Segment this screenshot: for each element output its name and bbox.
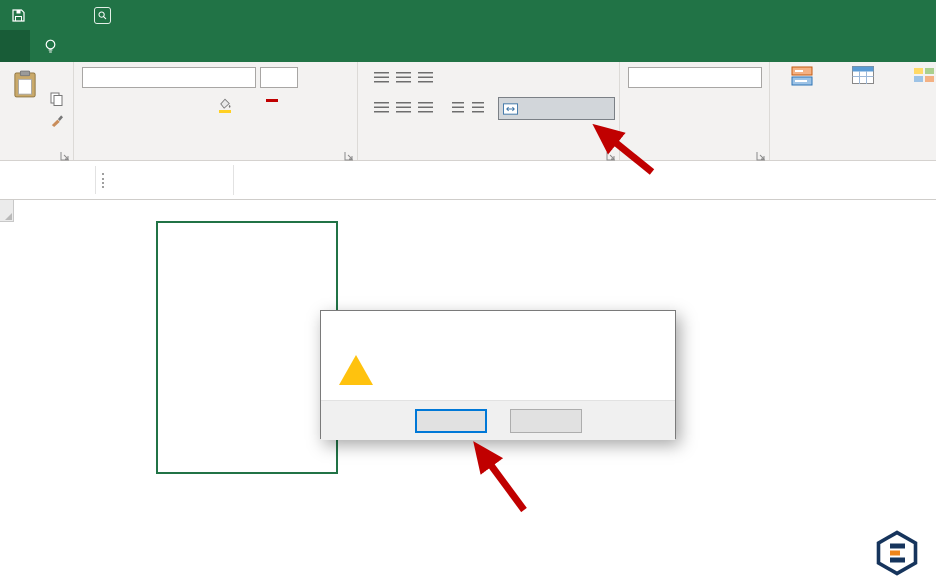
dialog-close-button[interactable] [630,311,675,340]
select-all-corner[interactable] [0,200,14,222]
conditional-formatting-icon [791,66,813,86]
align-center-icon [396,102,411,114]
ok-button[interactable] [415,409,487,433]
dialog-launcher-icon[interactable] [60,146,71,157]
increase-indent-icon [472,102,484,114]
font-name-combo[interactable] [82,67,256,88]
cell-styles-icon [913,66,935,84]
group-styles [770,62,936,160]
dialog-launcher-icon[interactable] [344,146,355,157]
fill-color-bar [219,110,231,113]
lightbulb-icon [44,39,57,54]
watermark [874,530,928,576]
align-left-icon [374,102,389,114]
formula-bar [0,161,936,200]
group-number [620,62,770,160]
increase-indent-button[interactable] [472,102,484,114]
save-icon [12,9,25,22]
dialog-title-bar [321,311,675,340]
column-header-row [0,200,936,222]
decrease-indent-icon [452,102,464,114]
magnifier-icon [98,11,107,20]
format-painter-button[interactable] [50,114,63,127]
align-right-button[interactable] [418,102,433,114]
dialog-launcher-icon[interactable] [606,146,617,157]
format-as-table-icon [852,66,874,84]
cancel-button[interactable] [510,409,582,433]
merge-cells-icon [503,103,518,115]
print-preview-button[interactable] [94,7,111,24]
font-size-combo[interactable] [260,67,298,88]
warning-icon [339,355,373,385]
decrease-indent-button[interactable] [452,102,464,114]
formula-bar-resize-handle[interactable] [102,173,104,188]
tab-file[interactable] [0,30,30,62]
format-painter-icon [50,114,63,127]
dialog-body [321,340,675,400]
font-color-button[interactable] [266,98,280,102]
align-bottom-button[interactable] [418,72,433,84]
group-clipboard [0,62,74,160]
align-top-icon [374,72,389,84]
name-box[interactable] [0,166,96,194]
tell-me-search[interactable] [44,30,63,62]
wrap-text-button[interactable] [498,69,502,90]
format-as-table-button[interactable] [834,66,892,90]
dialog-footer [321,400,675,440]
copy-icon [50,92,63,106]
clipboard-icon [13,70,37,98]
group-alignment [358,62,620,160]
watermark-logo-icon [874,530,920,576]
merge-warning-dialog [320,310,676,439]
cell-styles-button[interactable] [896,66,936,87]
formula-bar-divider [233,165,234,195]
align-bottom-icon [418,72,433,84]
merge-center-button[interactable] [498,97,615,120]
align-top-button[interactable] [374,72,389,84]
paint-bucket-icon [218,98,232,109]
align-middle-button[interactable] [396,72,411,84]
align-right-icon [418,102,433,114]
ribbon [0,62,936,161]
group-font [74,62,358,160]
save-button[interactable] [12,9,25,22]
conditional-formatting-button[interactable] [774,66,830,92]
fill-color-button[interactable] [218,98,234,113]
quick-access-toolbar [0,0,122,30]
align-left-button[interactable] [374,102,389,114]
number-format-combo[interactable] [628,67,762,88]
font-color-bar [266,99,278,102]
selection-border [156,221,338,474]
align-center-button[interactable] [396,102,411,114]
copy-button[interactable] [50,92,63,106]
dialog-launcher-icon[interactable] [756,146,767,157]
ribbon-tab-bar [0,30,936,62]
align-middle-icon [396,72,411,84]
paste-button[interactable] [3,66,47,144]
title-bar [0,0,936,30]
